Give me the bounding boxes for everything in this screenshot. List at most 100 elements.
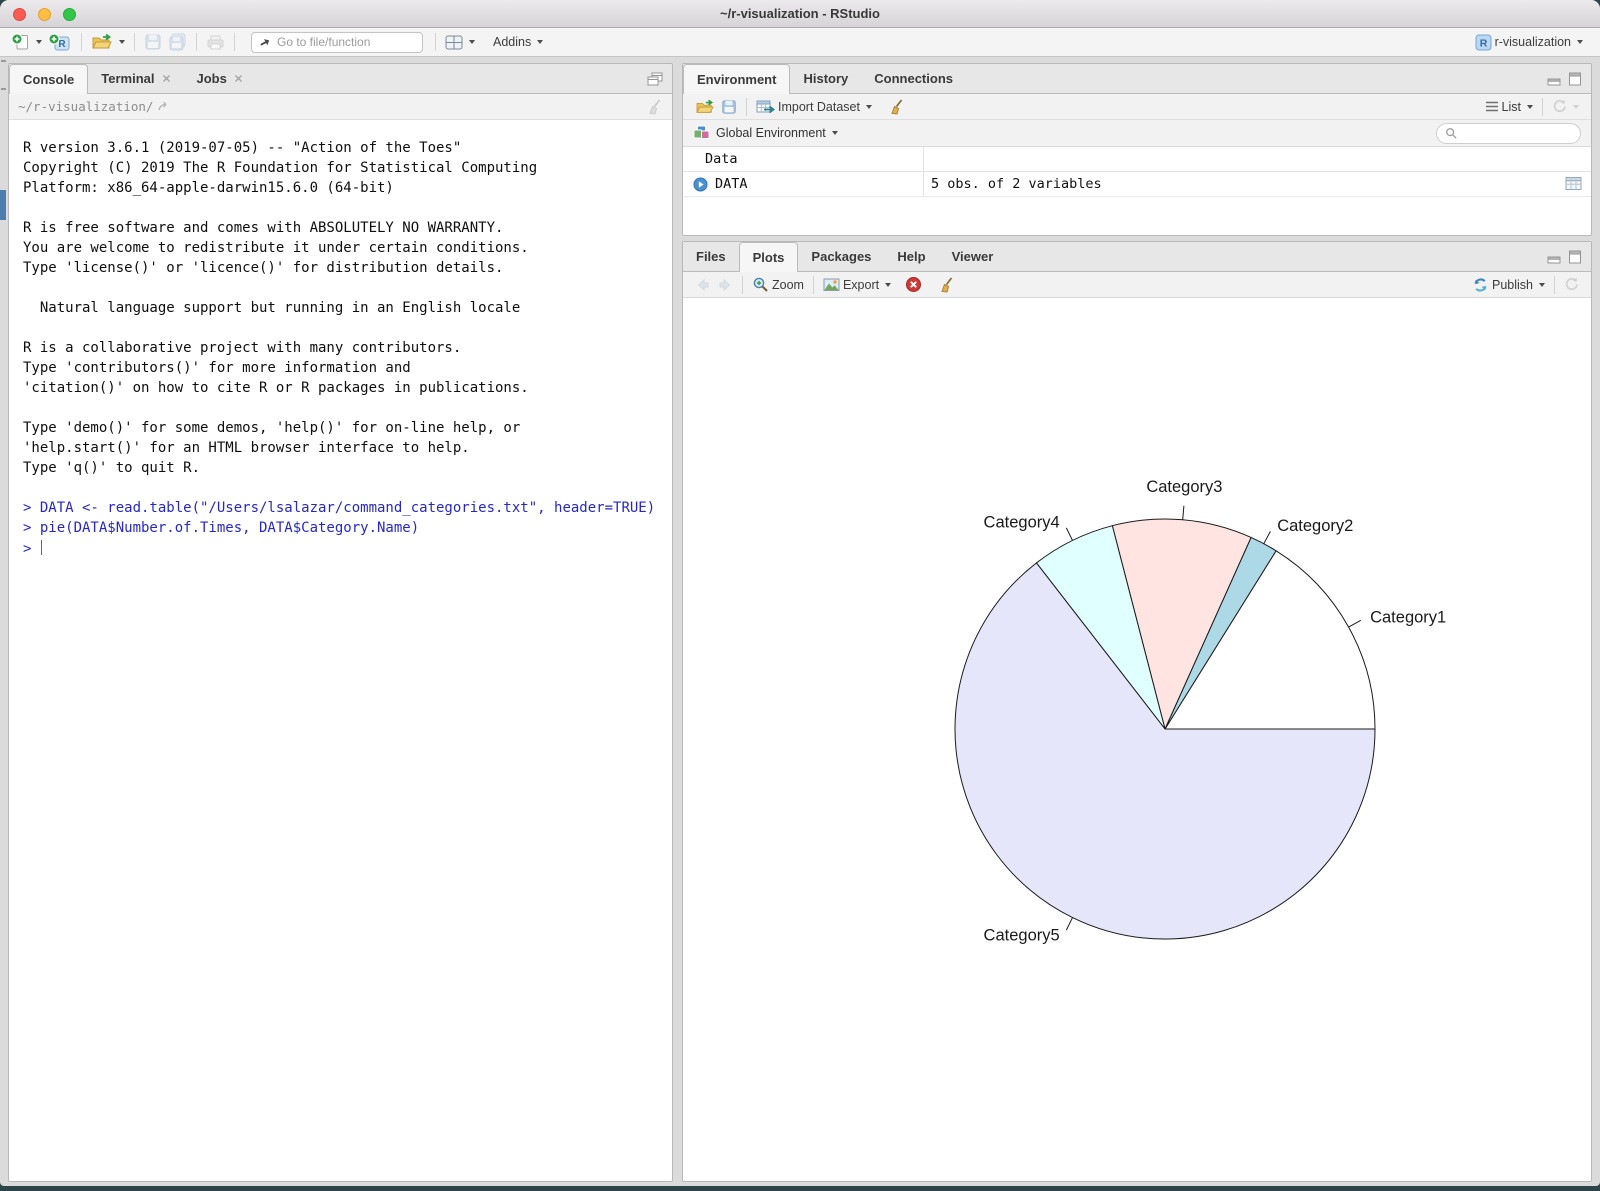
console-output-line: R version 3.6.1 (2019-07-05) -- "Action … xyxy=(23,140,672,160)
environment-scope-row: Global Environment xyxy=(683,120,1591,147)
environment-tabbar: Environment History Connections xyxy=(683,64,1591,94)
console-output[interactable]: R version 3.6.1 (2019-07-05) -- "Action … xyxy=(9,120,672,560)
tab-label: Console xyxy=(23,72,74,87)
tab-label: Environment xyxy=(697,72,776,87)
new-project-button[interactable]: R xyxy=(45,31,75,54)
tab-packages[interactable]: Packages xyxy=(798,242,884,271)
close-tab-icon[interactable] xyxy=(234,74,243,83)
console-output-line xyxy=(23,400,672,420)
environment-search-box[interactable] xyxy=(1436,123,1581,144)
tab-plots[interactable]: Plots xyxy=(739,242,799,272)
new-file-button[interactable] xyxy=(8,31,45,53)
console-path-bar: ~/r-visualization/ xyxy=(9,94,672,120)
maximize-pane-icon[interactable] xyxy=(1568,72,1582,86)
scope-label: Global Environment xyxy=(716,126,826,140)
environment-entry-row[interactable]: DATA 5 obs. of 2 variables xyxy=(683,172,1591,197)
environment-scope-selector[interactable]: Global Environment xyxy=(713,124,841,142)
object-summary: 5 obs. of 2 variables xyxy=(931,176,1102,192)
main-toolbar: R xyxy=(0,28,1600,57)
environment-search-input[interactable] xyxy=(1461,126,1572,140)
zoom-plot-button[interactable]: Zoom xyxy=(749,274,807,295)
previous-plot-button[interactable] xyxy=(692,276,714,294)
import-dataset-label: Import Dataset xyxy=(778,100,860,114)
text-cursor xyxy=(41,540,43,555)
clear-all-plots-icon[interactable] xyxy=(935,274,958,295)
environment-view-button[interactable]: List xyxy=(1482,98,1536,116)
save-all-button[interactable] xyxy=(165,31,190,53)
remove-plot-button[interactable] xyxy=(902,274,925,295)
pie-label-tick xyxy=(1066,918,1072,931)
refresh-environment-button[interactable] xyxy=(1549,97,1582,116)
minimize-pane-icon[interactable] xyxy=(1547,250,1561,264)
save-icon xyxy=(144,33,162,51)
console-command-line: > DATA <- read.table("/Users/lsalazar/co… xyxy=(23,500,672,520)
tab-help[interactable]: Help xyxy=(884,242,938,271)
tab-history[interactable]: History xyxy=(790,64,861,93)
pane-layout-button[interactable] xyxy=(442,33,478,52)
section-header-label: Data xyxy=(705,151,738,167)
load-workspace-button[interactable] xyxy=(692,97,718,117)
tab-environment[interactable]: Environment xyxy=(683,64,790,94)
import-dataset-button[interactable]: Import Dataset xyxy=(753,97,875,117)
pie-label: Category3 xyxy=(1146,478,1222,496)
save-icon xyxy=(721,99,737,115)
console-output-line xyxy=(23,200,672,220)
tab-connections[interactable]: Connections xyxy=(861,64,966,93)
environment-toolbar: Import Dataset List xyxy=(683,94,1591,120)
goto-directory-icon[interactable] xyxy=(158,101,171,112)
import-dataset-icon xyxy=(756,99,775,115)
clear-console-icon[interactable] xyxy=(646,98,663,115)
tab-label: Viewer xyxy=(952,249,994,264)
tab-viewer[interactable]: Viewer xyxy=(939,242,1007,271)
publish-button[interactable]: Publish xyxy=(1469,275,1548,295)
working-directory-label: ~/r-visualization/ xyxy=(18,99,153,114)
tab-label: Terminal xyxy=(101,71,154,86)
project-selector[interactable]: R r-visualization xyxy=(1472,32,1586,53)
plots-pane: Files Plots Packages Help Viewer xyxy=(682,241,1592,1182)
pie-label-tick xyxy=(1183,506,1184,520)
save-workspace-button[interactable] xyxy=(718,97,740,117)
goto-file-function-box[interactable] xyxy=(251,32,423,53)
tab-terminal[interactable]: Terminal xyxy=(88,64,183,93)
tab-jobs[interactable]: Jobs xyxy=(184,64,256,93)
minimize-pane-icon[interactable] xyxy=(1547,72,1561,86)
column-divider xyxy=(923,172,924,196)
next-plot-button[interactable] xyxy=(714,276,736,294)
plots-tabbar: Files Plots Packages Help Viewer xyxy=(683,242,1591,272)
dropdown-caret xyxy=(1573,105,1579,109)
expand-object-icon[interactable] xyxy=(693,177,708,192)
toolbar-separator xyxy=(742,276,743,294)
rstudio-window: ~/r-visualization - RStudio R xyxy=(0,0,1600,1186)
goto-file-function-input[interactable] xyxy=(277,35,416,49)
environment-section-header: Data xyxy=(683,147,1591,172)
clear-environment-icon[interactable] xyxy=(885,96,908,117)
toolbar-separator xyxy=(435,33,436,51)
publish-label: Publish xyxy=(1492,278,1533,292)
toolbar-separator xyxy=(134,33,135,51)
addins-button[interactable]: Addins xyxy=(490,33,546,51)
maximize-pane-icon[interactable] xyxy=(1568,250,1582,264)
tab-console[interactable]: Console xyxy=(9,64,88,94)
dropdown-caret xyxy=(36,40,42,44)
view-data-grid-icon[interactable] xyxy=(1565,176,1582,191)
title-bar: ~/r-visualization - RStudio xyxy=(0,0,1600,28)
close-tab-icon[interactable] xyxy=(162,74,171,83)
save-button[interactable] xyxy=(141,31,165,53)
global-environment-icon xyxy=(693,125,710,141)
pie-label-tick xyxy=(1066,528,1072,541)
tab-label: Help xyxy=(897,249,925,264)
maximize-pane-icon[interactable] xyxy=(647,72,663,86)
console-prompt-line[interactable]: > xyxy=(23,540,672,560)
column-divider xyxy=(923,147,924,171)
refresh-plot-button[interactable] xyxy=(1561,275,1582,294)
console-output-line: Type 'license()' or 'licence()' for dist… xyxy=(23,260,672,280)
toolbar-separator xyxy=(196,33,197,51)
print-button[interactable] xyxy=(203,32,228,53)
console-output-line: You are welcome to redistribute it under… xyxy=(23,240,672,260)
open-file-button[interactable] xyxy=(88,31,128,53)
pie-label-tick xyxy=(1349,620,1361,627)
tab-files[interactable]: Files xyxy=(683,242,739,271)
environment-pane: Environment History Connections xyxy=(682,63,1592,236)
export-plot-button[interactable]: Export xyxy=(820,275,894,294)
publish-icon xyxy=(1472,277,1489,293)
